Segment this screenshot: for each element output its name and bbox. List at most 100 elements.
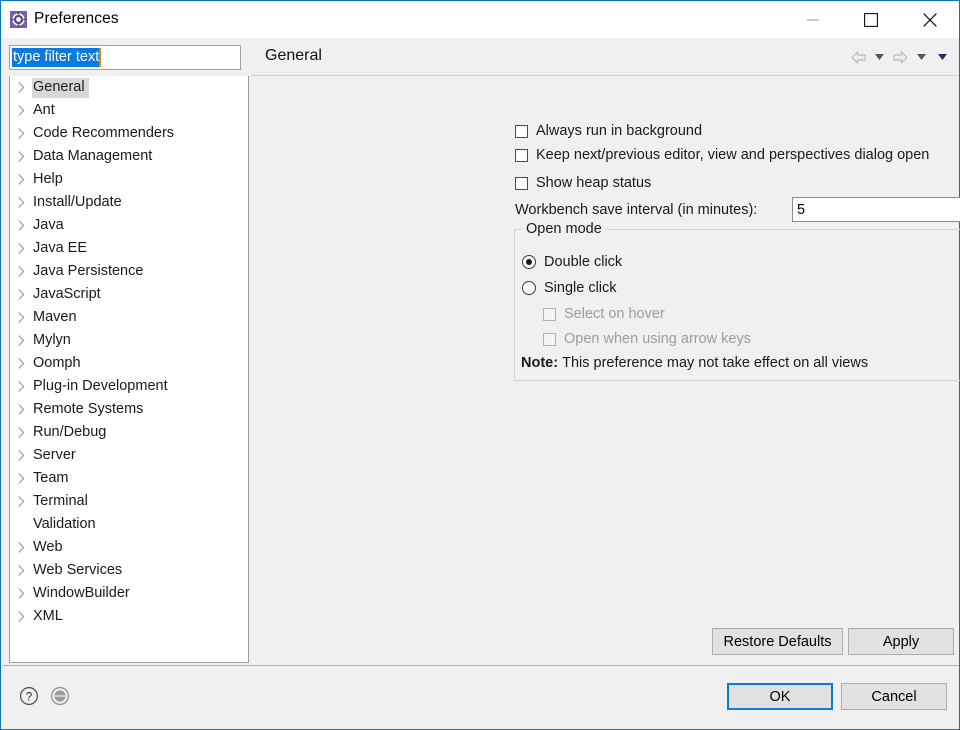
checkbox-keep-dialog-open[interactable]: Keep next/previous editor, view and pers… [515, 147, 929, 163]
tree-item-label: Remote Systems [32, 400, 147, 420]
maximize-icon[interactable] [848, 1, 894, 38]
tree-item-help[interactable]: Help [10, 168, 248, 191]
gear-icon [10, 11, 27, 28]
help-circle-icon[interactable]: ? [19, 686, 39, 706]
tree-item-data-management[interactable]: Data Management [10, 145, 248, 168]
tree-item-label: General [32, 78, 89, 98]
close-icon[interactable] [907, 1, 953, 38]
chevron-right-icon[interactable] [10, 174, 32, 185]
preference-page: General [251, 39, 959, 665]
tree-item-label: Web Services [32, 561, 126, 581]
preferences-dialog: Preferences type filter text GeneralAntC… [0, 0, 960, 730]
tree-item-label: Validation [32, 515, 100, 535]
ok-button[interactable]: OK [727, 683, 833, 710]
restore-defaults-button[interactable]: Restore Defaults [712, 628, 843, 655]
tree-item-label: Ant [32, 101, 59, 121]
radio-double-click[interactable]: Double click [522, 254, 622, 270]
record-circle-icon[interactable] [50, 686, 70, 706]
chevron-right-icon[interactable] [10, 82, 32, 93]
save-interval-value: 5 [797, 202, 805, 218]
tree-item-label: WindowBuilder [32, 584, 134, 604]
tree-item-plug-in-development[interactable]: Plug-in Development [10, 375, 248, 398]
checkbox-box [515, 177, 528, 190]
chevron-right-icon[interactable] [10, 243, 32, 254]
radio-box [522, 255, 536, 269]
chevron-right-icon[interactable] [10, 335, 32, 346]
tree-item-terminal[interactable]: Terminal [10, 490, 248, 513]
tree-item-install-update[interactable]: Install/Update [10, 191, 248, 214]
back-arrow-icon[interactable] [848, 47, 869, 67]
chevron-right-icon[interactable] [10, 151, 32, 162]
chevron-right-icon[interactable] [10, 105, 32, 116]
page-title: General [265, 47, 322, 65]
tree-item-label: Mylyn [32, 331, 75, 351]
checkbox-label: Select on hover [564, 306, 665, 322]
checkbox-label: Open when using arrow keys [564, 331, 751, 347]
chevron-right-icon[interactable] [10, 404, 32, 415]
tree-item-label: Java EE [32, 239, 91, 259]
cancel-button[interactable]: Cancel [841, 683, 947, 710]
tree-item-label: Plug-in Development [32, 377, 172, 397]
chevron-right-icon[interactable] [10, 197, 32, 208]
forward-menu-chevron-down-icon[interactable] [911, 47, 932, 67]
view-menu-chevron-down-icon[interactable] [932, 47, 953, 67]
chevron-right-icon[interactable] [10, 427, 32, 438]
chevron-right-icon[interactable] [10, 381, 32, 392]
window-title: Preferences [34, 10, 119, 28]
chevron-right-icon[interactable] [10, 220, 32, 231]
chevron-right-icon[interactable] [10, 473, 32, 484]
tree-item-label: Java [32, 216, 68, 236]
note-prefix: Note: [521, 355, 562, 371]
chevron-right-icon[interactable] [10, 611, 32, 622]
chevron-right-icon[interactable] [10, 542, 32, 553]
tree-item-maven[interactable]: Maven [10, 306, 248, 329]
radio-single-click[interactable]: Single click [522, 280, 617, 296]
tree-item-label: Web [32, 538, 67, 558]
tree-item-oomph[interactable]: Oomph [10, 352, 248, 375]
tree-item-remote-systems[interactable]: Remote Systems [10, 398, 248, 421]
tree-item-label: Server [32, 446, 80, 466]
forward-arrow-icon[interactable] [890, 47, 911, 67]
note-text: This preference may not take effect on a… [562, 355, 868, 371]
tree-item-mylyn[interactable]: Mylyn [10, 329, 248, 352]
tree-item-team[interactable]: Team [10, 467, 248, 490]
radio-label: Single click [544, 280, 617, 296]
chevron-right-icon[interactable] [10, 450, 32, 461]
tree-item-xml[interactable]: XML [10, 605, 248, 628]
chevron-right-icon[interactable] [10, 128, 32, 139]
minimize-icon[interactable] [790, 1, 836, 38]
tree-item-server[interactable]: Server [10, 444, 248, 467]
chevron-right-icon[interactable] [10, 312, 32, 323]
tree-item-windowbuilder[interactable]: WindowBuilder [10, 582, 248, 605]
save-interval-input[interactable]: 5 [792, 197, 960, 222]
tree-item-java-ee[interactable]: Java EE [10, 237, 248, 260]
tree-item-run-debug[interactable]: Run/Debug [10, 421, 248, 444]
checkbox-always-run-in-background[interactable]: Always run in background [515, 123, 702, 139]
checkbox-show-heap-status[interactable]: Show heap status [515, 175, 651, 191]
back-menu-chevron-down-icon[interactable] [869, 47, 890, 67]
chevron-right-icon[interactable] [10, 289, 32, 300]
apply-button[interactable]: Apply [848, 628, 954, 655]
tree-item-java[interactable]: Java [10, 214, 248, 237]
tree-item-general[interactable]: General [10, 76, 248, 99]
checkbox-box [515, 125, 528, 138]
chevron-right-icon[interactable] [10, 588, 32, 599]
tree-item-ant[interactable]: Ant [10, 99, 248, 122]
tree-item-javascript[interactable]: JavaScript [10, 283, 248, 306]
tree-item-label: Java Persistence [32, 262, 147, 282]
page-header: General [251, 39, 959, 76]
tree-item-validation[interactable]: Validation [10, 513, 248, 536]
checkbox-label: Show heap status [536, 175, 651, 191]
filter-input[interactable]: type filter text [9, 45, 241, 70]
tree-item-label: JavaScript [32, 285, 105, 305]
preferences-tree[interactable]: General AntCode RecommendersData Manageme… [9, 76, 249, 663]
chevron-right-icon[interactable] [10, 358, 32, 369]
tree-item-web-services[interactable]: Web Services [10, 559, 248, 582]
tree-item-web[interactable]: Web [10, 536, 248, 559]
chevron-right-icon[interactable] [10, 565, 32, 576]
chevron-right-icon[interactable] [10, 496, 32, 507]
tree-item-java-persistence[interactable]: Java Persistence [10, 260, 248, 283]
tree-item-code-recommenders[interactable]: Code Recommenders [10, 122, 248, 145]
chevron-right-icon[interactable] [10, 266, 32, 277]
tree-item-label: XML [32, 607, 67, 627]
